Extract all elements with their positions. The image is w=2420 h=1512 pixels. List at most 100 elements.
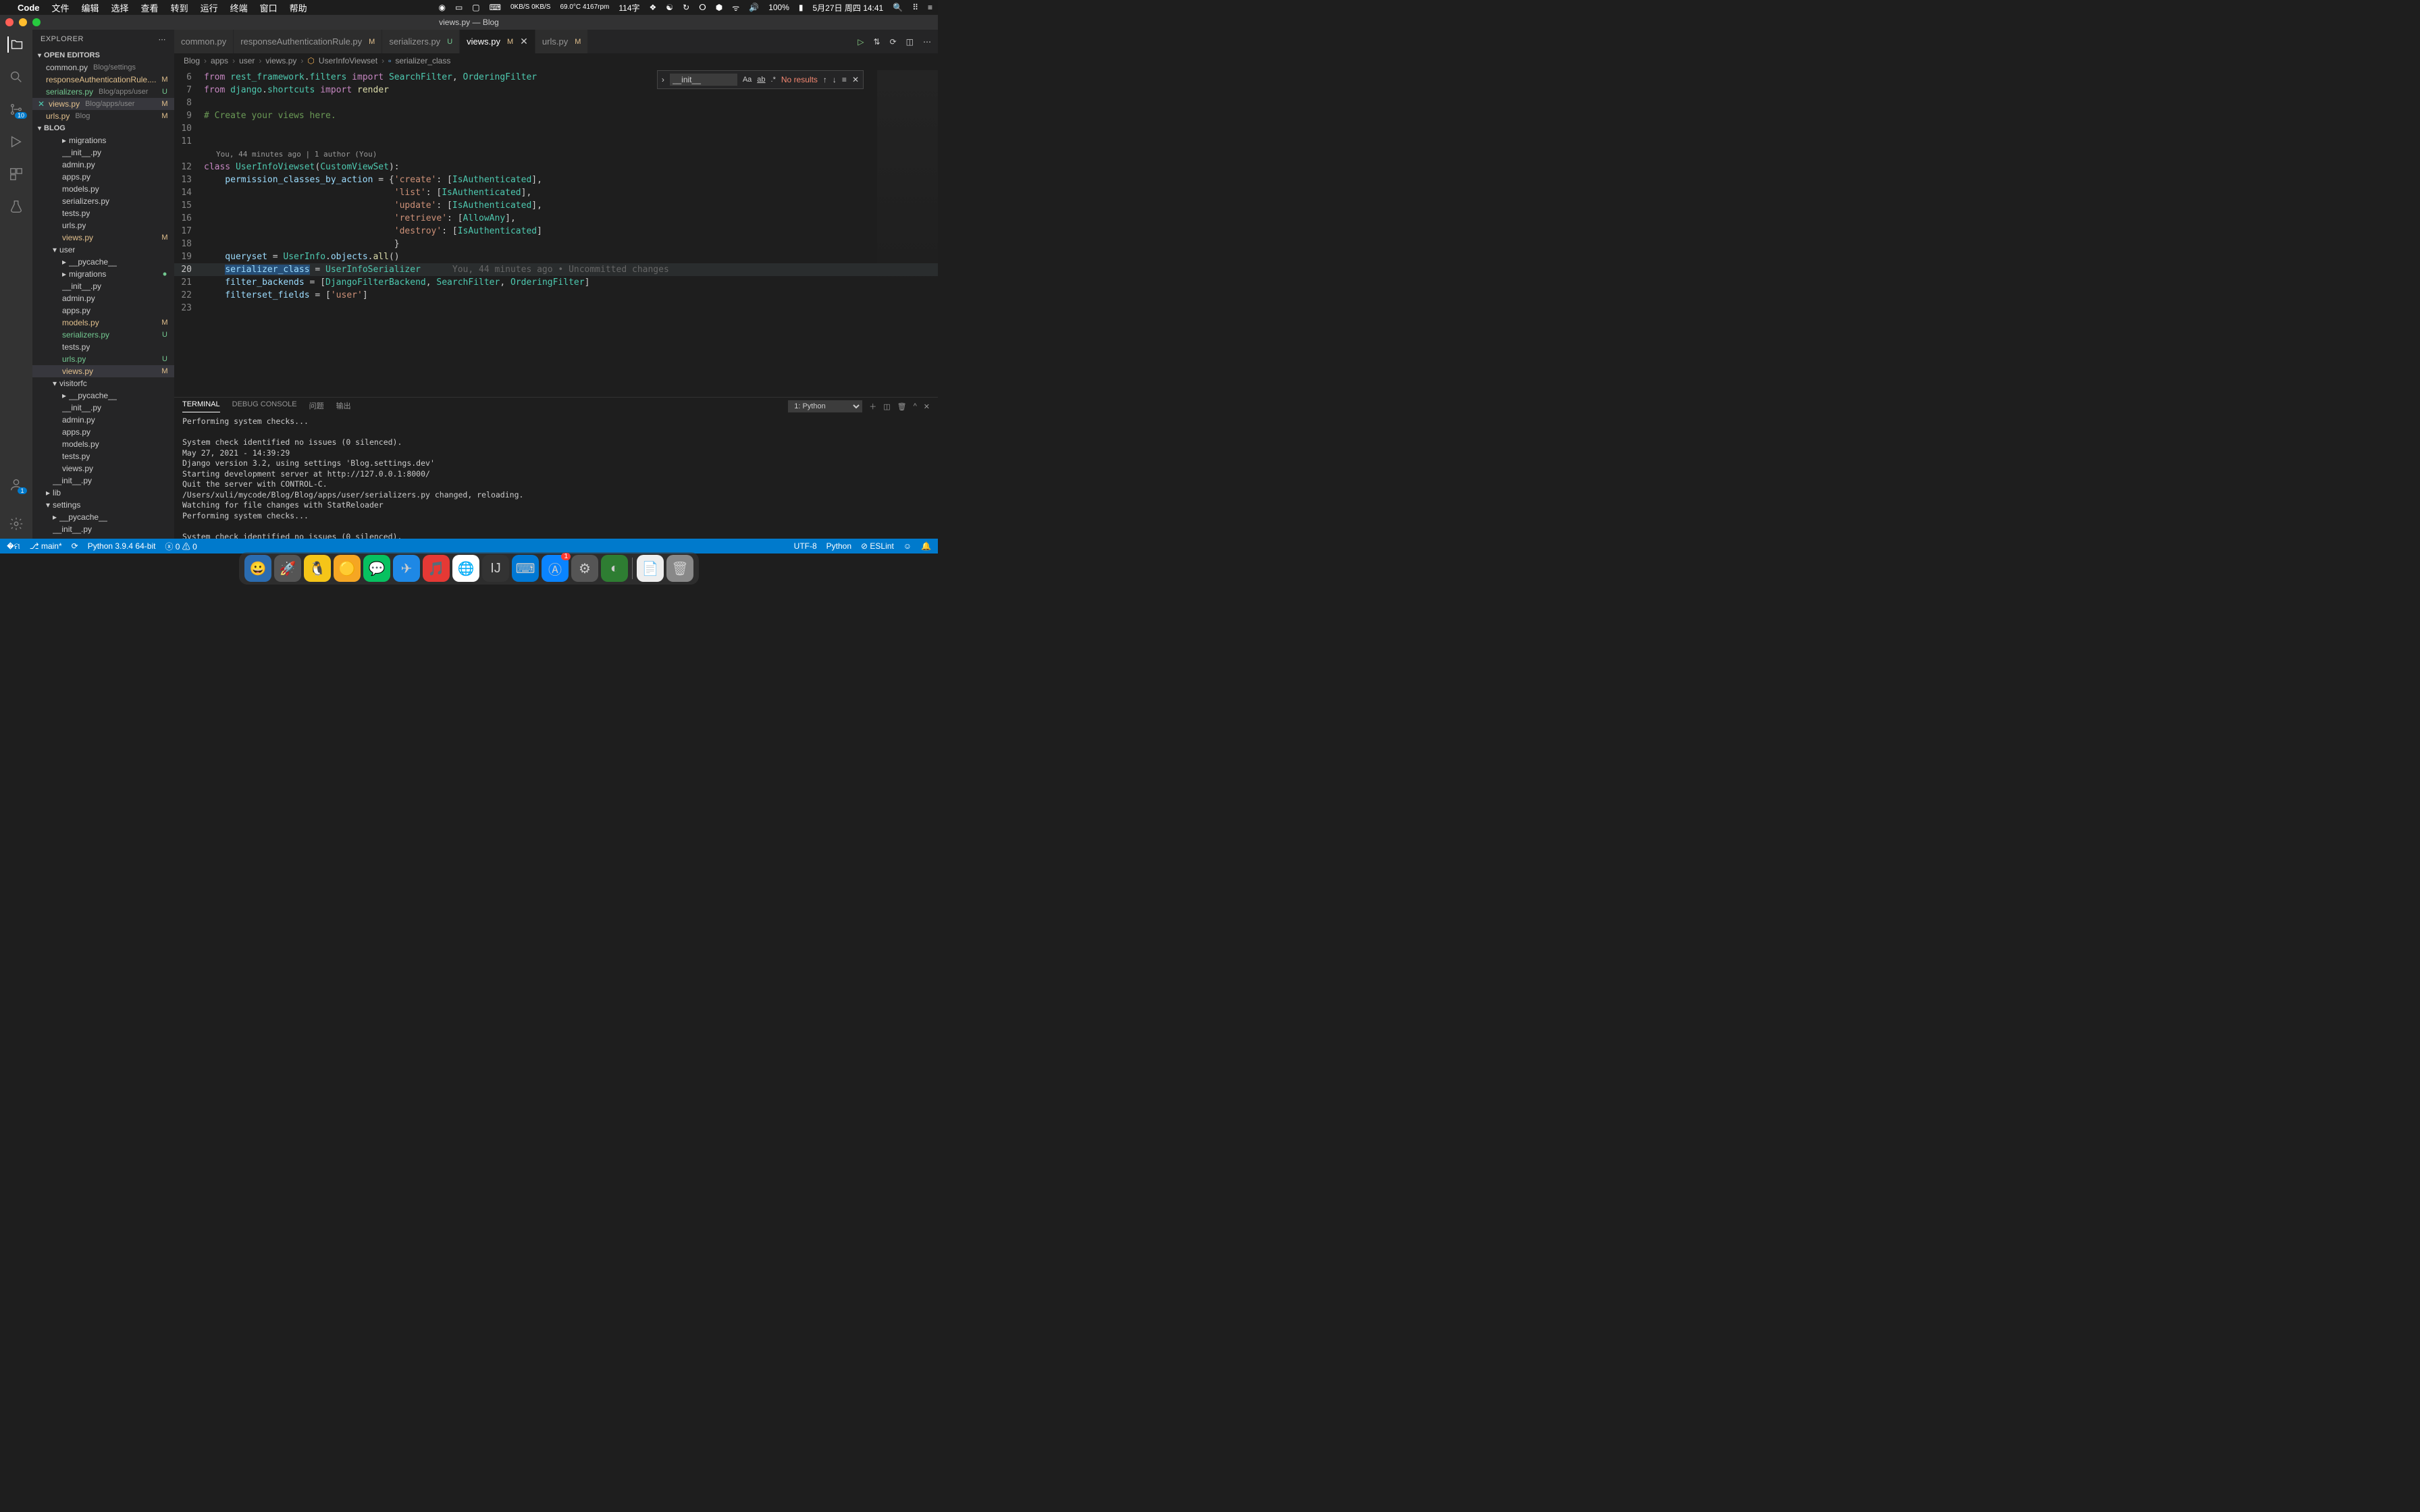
- breadcrumb-item[interactable]: serializer_class: [395, 56, 450, 65]
- problems-tab[interactable]: 问题: [309, 400, 324, 412]
- screenshare-icon[interactable]: ▭: [455, 3, 463, 12]
- open-editor-item[interactable]: ✕views.pyBlog/apps/userM: [32, 98, 174, 110]
- date-time[interactable]: 5月27日 周四 14:41: [813, 2, 884, 14]
- breadcrumb-item[interactable]: user: [239, 56, 255, 65]
- file-item[interactable]: views.py: [32, 462, 174, 475]
- git-branch[interactable]: ⎇ main*: [30, 541, 62, 551]
- file-item[interactable]: __init__.py: [32, 475, 174, 487]
- control-center-icon[interactable]: ⠿: [912, 3, 918, 12]
- find-selection-icon[interactable]: ≡: [842, 75, 847, 84]
- editor-tab[interactable]: responseAuthenticationRule.pyM: [234, 30, 382, 53]
- file-item[interactable]: serializers.pyU: [32, 329, 174, 341]
- settings-app-icon[interactable]: ⚙: [571, 555, 598, 582]
- explorer-icon[interactable]: [7, 36, 24, 53]
- file-item[interactable]: views.pyM: [32, 232, 174, 244]
- folder-item[interactable]: ▸lib: [32, 487, 174, 499]
- editor-tab[interactable]: serializers.pyU: [382, 30, 460, 53]
- folder-item[interactable]: ▸migrations•: [32, 268, 174, 280]
- spotlight-icon[interactable]: 🔍: [893, 3, 903, 12]
- bluetooth-icon[interactable]: ⵔ: [699, 3, 706, 12]
- file-item[interactable]: admin.py: [32, 159, 174, 171]
- run-icon[interactable]: ▷: [858, 37, 864, 47]
- close-tab-icon[interactable]: ✕: [520, 36, 528, 47]
- sidebar-more-icon[interactable]: ⋯: [159, 35, 167, 44]
- wifi-icon[interactable]: ᯤ: [732, 2, 739, 14]
- file-item[interactable]: apps.py: [32, 304, 174, 317]
- breadcrumb-item[interactable]: Blog: [184, 56, 200, 65]
- breadcrumb-item[interactable]: views.py: [265, 56, 296, 65]
- menu-window[interactable]: 窗口: [260, 1, 278, 14]
- file-item[interactable]: __init__.py: [32, 402, 174, 414]
- file-item[interactable]: apps.py: [32, 426, 174, 438]
- file-item[interactable]: urls.py: [32, 219, 174, 232]
- settings-icon[interactable]: [8, 516, 24, 532]
- editor-tab[interactable]: views.pyM✕: [460, 30, 535, 53]
- open-editor-item[interactable]: serializers.pyBlog/apps/userU: [32, 86, 174, 98]
- app2-icon[interactable]: ◐: [601, 555, 628, 582]
- compare-icon[interactable]: ⇅: [874, 37, 880, 47]
- file-item[interactable]: models.py: [32, 438, 174, 450]
- dropbox-icon[interactable]: ⬢: [716, 3, 722, 12]
- document-icon[interactable]: 📄: [637, 555, 664, 582]
- extensions-icon[interactable]: [8, 166, 24, 182]
- eslint-status[interactable]: ⊘ ESLint: [861, 541, 894, 551]
- timemachine-icon[interactable]: ↻: [683, 3, 689, 12]
- menu-run[interactable]: 运行: [201, 1, 218, 14]
- battery-icon[interactable]: ▮: [799, 3, 804, 12]
- code-editor[interactable]: 6from rest_framework.filters import Sear…: [174, 68, 938, 397]
- find-prev-icon[interactable]: ↑: [823, 75, 827, 84]
- folder-item[interactable]: ▾user: [32, 244, 174, 256]
- record-icon[interactable]: ◉: [438, 3, 445, 12]
- breadcrumb-item[interactable]: UserInfoViewset: [319, 56, 377, 65]
- airplay-icon[interactable]: ▢: [472, 3, 479, 12]
- match-case-icon[interactable]: Aa: [743, 76, 752, 84]
- keyboard-icon[interactable]: ⌨: [490, 3, 501, 12]
- qq-icon[interactable]: 🐧: [304, 555, 331, 582]
- remote-icon[interactable]: �ମ: [7, 541, 20, 551]
- split-icon[interactable]: ◫: [906, 37, 914, 47]
- test-icon[interactable]: [8, 198, 24, 215]
- match-word-icon[interactable]: ab: [757, 76, 765, 84]
- find-input[interactable]: [670, 74, 737, 86]
- new-terminal-icon[interactable]: ＋: [869, 401, 876, 412]
- run-debug-icon[interactable]: [8, 134, 24, 150]
- icon2[interactable]: ☯: [666, 3, 673, 12]
- breadcrumbs[interactable]: Blog› apps› user› views.py› ⬡ UserInfoVi…: [174, 53, 938, 68]
- terminal-output[interactable]: Performing system checks... System check…: [174, 412, 938, 539]
- file-item[interactable]: serializers.py: [32, 195, 174, 207]
- todo-section[interactable]: ▸ 待办事项: TREE: [32, 535, 174, 539]
- file-item[interactable]: admin.py: [32, 292, 174, 304]
- close-window-button[interactable]: [5, 18, 14, 26]
- regex-icon[interactable]: .*: [771, 76, 776, 84]
- more-icon[interactable]: ⋯: [923, 37, 931, 47]
- menu-view[interactable]: 查看: [141, 1, 159, 14]
- menu-edit[interactable]: 编辑: [82, 1, 99, 14]
- debug-console-tab[interactable]: DEBUG CONSOLE: [232, 400, 297, 412]
- menu-go[interactable]: 转到: [171, 1, 188, 14]
- file-item[interactable]: urls.pyU: [32, 353, 174, 365]
- open-editors-section[interactable]: ▾ OPEN EDITORS: [32, 49, 174, 61]
- open-editor-item[interactable]: urls.pyBlogM: [32, 110, 174, 122]
- kill-terminal-icon[interactable]: 🗑: [897, 402, 907, 411]
- wechat-icon[interactable]: 💬: [363, 555, 390, 582]
- source-control-icon[interactable]: 10: [8, 101, 24, 117]
- file-item[interactable]: tests.py: [32, 450, 174, 462]
- file-item[interactable]: apps.py: [32, 171, 174, 183]
- file-item[interactable]: models.py: [32, 183, 174, 195]
- terminal-tab[interactable]: TERMINAL: [182, 400, 220, 412]
- search-icon[interactable]: [8, 69, 24, 85]
- maximize-panel-icon[interactable]: ^: [914, 402, 917, 410]
- folder-item[interactable]: ▸__pycache__: [32, 256, 174, 268]
- language-mode[interactable]: Python: [826, 541, 851, 551]
- notifications-bell-icon[interactable]: 🔔: [921, 541, 931, 551]
- file-item[interactable]: __init__.py: [32, 523, 174, 535]
- volume-icon[interactable]: 🔊: [749, 3, 759, 12]
- file-item[interactable]: tests.py: [32, 341, 174, 353]
- accounts-icon[interactable]: 1: [8, 477, 24, 493]
- file-item[interactable]: views.pyM: [32, 365, 174, 377]
- trash-icon[interactable]: 🗑: [666, 555, 693, 582]
- netease-icon[interactable]: 🎵: [423, 555, 450, 582]
- chrome-icon[interactable]: 🌐: [452, 555, 479, 582]
- python-env[interactable]: Python 3.9.4 64-bit: [88, 541, 156, 551]
- icon1[interactable]: ❖: [650, 3, 657, 12]
